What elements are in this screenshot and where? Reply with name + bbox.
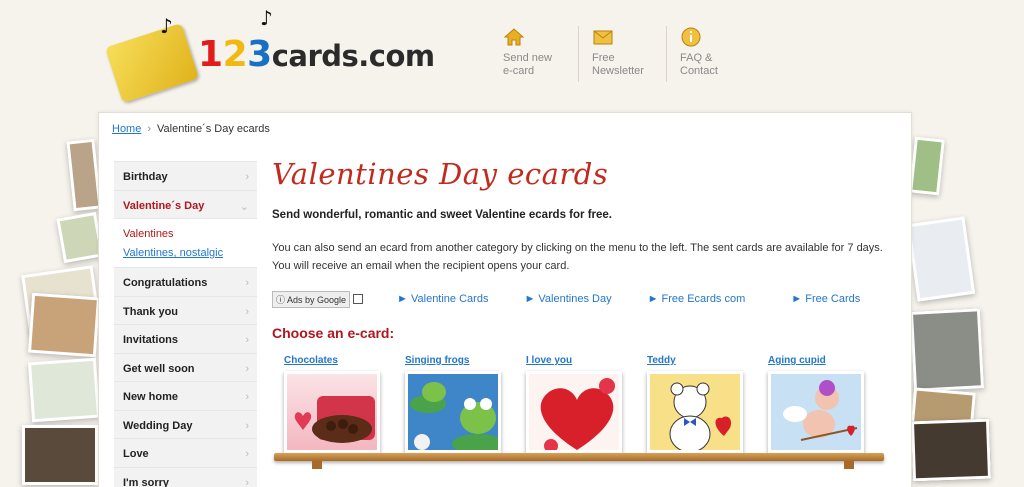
choose-ecard-heading: Choose an e-card:	[272, 325, 395, 341]
sidebar-subitem-valentines[interactable]: Valentines	[123, 225, 257, 244]
background-card	[909, 308, 985, 392]
chevron-right-icon: ›	[245, 419, 249, 432]
sidebar-item-birthday[interactable]: Birthday ›	[114, 161, 257, 190]
chevron-right-icon: ›	[245, 448, 249, 460]
breadcrumb-current: Valentine´s Day ecards	[157, 123, 270, 135]
ecard-item-teddy[interactable]: Teddy	[647, 355, 757, 453]
chevron-right-icon: ›	[245, 476, 249, 487]
ecard-item-singing-frogs[interactable]: Singing frogs	[405, 355, 515, 453]
breadcrumb-home-link[interactable]: Home	[112, 123, 141, 135]
background-card	[906, 216, 976, 302]
background-card	[910, 418, 992, 482]
chevron-right-icon: ›	[245, 362, 249, 375]
breadcrumb-separator: ›	[147, 123, 152, 135]
sidebar-item-wedding-day[interactable]: Wedding Day ›	[114, 409, 257, 438]
nav-free-newsletter[interactable]: Free Newsletter	[578, 26, 666, 82]
ecard-thumbnail[interactable]	[526, 371, 622, 453]
background-card	[27, 357, 101, 423]
background-card	[22, 425, 98, 485]
sidebar-item-thank-you[interactable]: Thank you ›	[114, 295, 257, 324]
info-icon	[681, 27, 701, 47]
background-card	[909, 136, 945, 196]
ecard-thumbnail[interactable]	[768, 371, 864, 453]
chevron-right-icon: ›	[245, 171, 249, 183]
ecard-item-i-love-you[interactable]: I love you	[526, 355, 636, 453]
sidebar-subitem-valentines-nostalgic[interactable]: Valentines, nostalgic	[123, 244, 257, 263]
logo-card-graphic	[104, 23, 200, 103]
background-card	[66, 138, 102, 212]
sidebar-item-get-well-soon[interactable]: Get well soon ›	[114, 352, 257, 381]
background-card	[56, 211, 104, 264]
ad-link[interactable]: ► Free Ecards com	[648, 293, 746, 305]
sidebar-item-love[interactable]: Love ›	[114, 438, 257, 467]
shelf-graphic	[274, 453, 884, 461]
nav-label: Free Newsletter	[592, 52, 644, 77]
category-sidebar: Birthday › Valentine´s Day ⌄ Valentines Va…	[114, 161, 257, 487]
chevron-right-icon: ›	[245, 277, 249, 289]
external-link-icon[interactable]	[353, 294, 364, 304]
site-header: ♪ ♪ 123cards.com Send new e-card Free Ne…	[0, 0, 1024, 110]
ads-by-google-badge[interactable]: ⓘ Ads by Google	[272, 290, 351, 308]
ecard-title[interactable]: Singing frogs	[405, 355, 515, 369]
music-note-icon: ♪	[160, 14, 173, 38]
ad-link[interactable]: ► Valentine Cards	[397, 293, 488, 305]
ecard-title[interactable]: Teddy	[647, 355, 757, 369]
sidebar-submenu: Valentines Valentines, nostalgic	[114, 218, 257, 267]
envelope-icon	[593, 30, 613, 45]
page-title: Valentines Day ecards	[272, 157, 609, 191]
main-content: Valentines Day ecards Send wonderful, ro…	[272, 157, 892, 469]
shelf-bracket	[844, 461, 854, 469]
ads-row: ⓘ Ads by Google ► Valentine Cards ► Vale…	[272, 290, 892, 308]
description-text: You can also send an ecard from another …	[272, 242, 883, 272]
home-icon	[503, 28, 525, 46]
ecard-item-aging-cupid[interactable]: Aging cupid	[768, 355, 878, 453]
sidebar-item-congratulations[interactable]: Congratulations ›	[114, 267, 257, 296]
ecard-thumbnail[interactable]	[284, 371, 380, 453]
chevron-down-icon: ⌄	[239, 200, 249, 213]
nav-send-new-ecard[interactable]: Send new e-card	[490, 26, 578, 82]
chevron-right-icon: ›	[245, 391, 249, 403]
ad-link[interactable]: ► Free Cards	[791, 293, 860, 305]
chevron-right-icon: ›	[245, 305, 249, 318]
ad-link[interactable]: ► Valentines Day	[524, 293, 611, 305]
sidebar-item-im-sorry[interactable]: I'm sorry ›	[114, 466, 257, 487]
sidebar-item-new-home[interactable]: New home ›	[114, 381, 257, 410]
sidebar-item-invitations[interactable]: Invitations ›	[114, 324, 257, 353]
ecard-gallery: Chocolates Singing frogs I love you Tedd…	[272, 355, 892, 465]
ecard-thumbnail[interactable]	[405, 371, 501, 453]
breadcrumb: Home › Valentine´s Day ecards	[112, 123, 270, 135]
ecard-title[interactable]: Aging cupid	[768, 355, 878, 369]
main-panel: Home › Valentine´s Day ecards Birthday › Va…	[98, 112, 912, 487]
logo-wordmark: 123cards.com	[198, 34, 435, 75]
sidebar-item-valentines-day[interactable]: Valentine´s Day ⌄	[114, 189, 257, 218]
shelf-bracket	[312, 461, 322, 469]
nav-faq-contact[interactable]: FAQ & Contact	[666, 26, 754, 82]
background-card	[27, 292, 101, 358]
intro-text: Send wonderful, romantic and sweet Valen…	[272, 209, 612, 221]
ecard-title[interactable]: I love you	[526, 355, 636, 369]
top-navigation: Send new e-card Free Newsletter FAQ & Co…	[490, 26, 754, 82]
music-note-icon: ♪	[260, 6, 273, 30]
chevron-right-icon: ›	[245, 334, 249, 346]
site-logo[interactable]: ♪ ♪ 123cards.com	[104, 6, 452, 103]
ecard-title[interactable]: Chocolates	[284, 355, 394, 369]
ecard-thumbnail[interactable]	[647, 371, 743, 453]
nav-label: FAQ & Contact	[680, 52, 718, 77]
nav-label: Send new e-card	[503, 52, 552, 77]
ecard-item-chocolates[interactable]: Chocolates	[284, 355, 394, 453]
